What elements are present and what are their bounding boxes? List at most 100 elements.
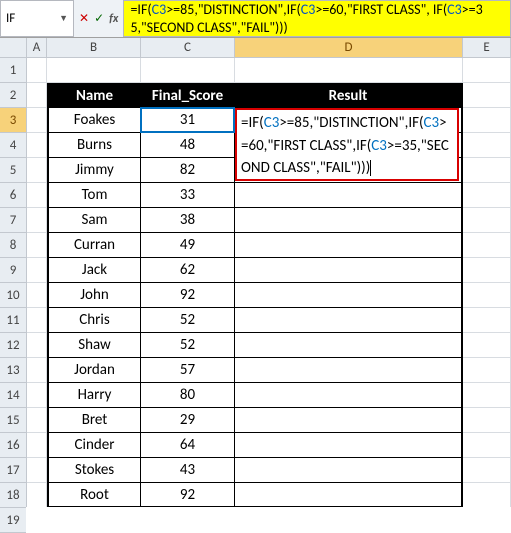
cell-E2[interactable]	[463, 83, 511, 108]
cell-A2[interactable]	[27, 83, 47, 108]
cell-D3[interactable]: =IF(C3>=85,"DISTINCTION",IF(C3>=60,"FIRS…	[235, 108, 463, 133]
cell-D16[interactable]	[235, 433, 463, 458]
cell-B6[interactable]: Tom	[47, 183, 141, 208]
cell-B18[interactable]: Root	[47, 483, 141, 507]
cell-C12[interactable]: 52	[141, 333, 235, 358]
cell-C11[interactable]: 52	[141, 308, 235, 333]
header-result[interactable]: Result	[235, 83, 463, 108]
cell-A11[interactable]	[27, 308, 47, 333]
cell-C3[interactable]: 31	[141, 108, 235, 133]
cell-C7[interactable]: 38	[141, 208, 235, 233]
cell-E8[interactable]	[463, 233, 511, 258]
row-header-18[interactable]: 18	[0, 483, 26, 508]
row-header-6[interactable]: 6	[0, 183, 26, 208]
cell-B15[interactable]: Bret	[47, 408, 141, 433]
cell-D10[interactable]	[235, 283, 463, 308]
cell-E1[interactable]	[463, 58, 511, 83]
cell-E13[interactable]	[463, 358, 511, 383]
fx-icon[interactable]: fx	[109, 12, 118, 26]
cancel-icon[interactable]: ✕	[79, 11, 89, 26]
cell-C16[interactable]: 64	[141, 433, 235, 458]
cell-C10[interactable]: 92	[141, 283, 235, 308]
cell-C4[interactable]: 48	[141, 133, 235, 158]
cell-D6[interactable]	[235, 183, 463, 208]
cell-A15[interactable]	[27, 408, 47, 433]
row-header-3[interactable]: 3	[0, 108, 26, 133]
cell-E3[interactable]	[463, 108, 511, 133]
cell-B14[interactable]: Harry	[47, 383, 141, 408]
cell-E12[interactable]	[463, 333, 511, 358]
cell-A6[interactable]	[27, 183, 47, 208]
cell-E11[interactable]	[463, 308, 511, 333]
cell-D9[interactable]	[235, 258, 463, 283]
cell-B7[interactable]: Sam	[47, 208, 141, 233]
cell-D8[interactable]	[235, 233, 463, 258]
row-header-1[interactable]: 1	[0, 58, 26, 83]
cell-B4[interactable]: Burns	[47, 133, 141, 158]
cell-D11[interactable]	[235, 308, 463, 333]
select-all-corner[interactable]	[0, 38, 26, 58]
cell-E16[interactable]	[463, 433, 511, 458]
cell-C13[interactable]: 57	[141, 358, 235, 383]
cell-D13[interactable]	[235, 358, 463, 383]
header-score[interactable]: Final_Score	[141, 83, 235, 108]
cell-B11[interactable]: Chris	[47, 308, 141, 333]
cell-D17[interactable]	[235, 458, 463, 483]
cell-D1[interactable]	[235, 58, 463, 83]
cell-E17[interactable]	[463, 458, 511, 483]
cell-C8[interactable]: 49	[141, 233, 235, 258]
col-header-B[interactable]: B	[47, 38, 141, 57]
cell-A12[interactable]	[27, 333, 47, 358]
cell-C6[interactable]: 33	[141, 183, 235, 208]
name-box-dropdown-icon[interactable]: ▼	[59, 13, 68, 24]
cell-C18[interactable]: 92	[141, 483, 235, 507]
accept-icon[interactable]: ✓	[94, 11, 104, 26]
row-header-10[interactable]: 10	[0, 283, 26, 308]
cell-D12[interactable]	[235, 333, 463, 358]
cells-area[interactable]: Name Final_Score Result Foakes 31 =IF(C3…	[27, 58, 511, 507]
row-header-11[interactable]: 11	[0, 308, 26, 333]
cell-C17[interactable]: 43	[141, 458, 235, 483]
cell-C14[interactable]: 80	[141, 383, 235, 408]
row-header-4[interactable]: 4	[0, 133, 26, 158]
cell-B8[interactable]: Curran	[47, 233, 141, 258]
cell-A10[interactable]	[27, 283, 47, 308]
cell-A18[interactable]	[27, 483, 47, 507]
cell-B13[interactable]: Jordan	[47, 358, 141, 383]
row-header-14[interactable]: 14	[0, 383, 26, 408]
cell-D4[interactable]	[235, 133, 463, 158]
cell-B17[interactable]: Stokes	[47, 458, 141, 483]
row-header-13[interactable]: 13	[0, 358, 26, 383]
cell-A14[interactable]	[27, 383, 47, 408]
row-header-5[interactable]: 5	[0, 158, 26, 183]
cell-D15[interactable]	[235, 408, 463, 433]
cell-B9[interactable]: Jack	[47, 258, 141, 283]
cell-E15[interactable]	[463, 408, 511, 433]
cell-D14[interactable]	[235, 383, 463, 408]
cell-C9[interactable]: 62	[141, 258, 235, 283]
cell-A16[interactable]	[27, 433, 47, 458]
row-header-19[interactable]: 19	[0, 508, 26, 533]
header-name[interactable]: Name	[47, 83, 141, 108]
cell-E18[interactable]	[463, 483, 511, 507]
cell-A1[interactable]	[27, 58, 47, 83]
col-header-D[interactable]: D	[235, 38, 463, 57]
cell-A17[interactable]	[27, 458, 47, 483]
row-header-8[interactable]: 8	[0, 233, 26, 258]
row-header-16[interactable]: 16	[0, 433, 26, 458]
cell-E7[interactable]	[463, 208, 511, 233]
cell-C15[interactable]: 29	[141, 408, 235, 433]
row-header-17[interactable]: 17	[0, 458, 26, 483]
row-header-9[interactable]: 9	[0, 258, 26, 283]
row-header-2[interactable]: 2	[0, 83, 26, 108]
cell-B1[interactable]	[47, 58, 141, 83]
row-header-15[interactable]: 15	[0, 408, 26, 433]
cell-D18[interactable]	[235, 483, 463, 507]
cell-A13[interactable]	[27, 358, 47, 383]
cell-E9[interactable]	[463, 258, 511, 283]
cell-A3[interactable]	[27, 108, 47, 133]
cell-E10[interactable]	[463, 283, 511, 308]
cell-E4[interactable]	[463, 133, 511, 158]
cell-D5[interactable]	[235, 158, 463, 183]
col-header-C[interactable]: C	[141, 38, 235, 57]
